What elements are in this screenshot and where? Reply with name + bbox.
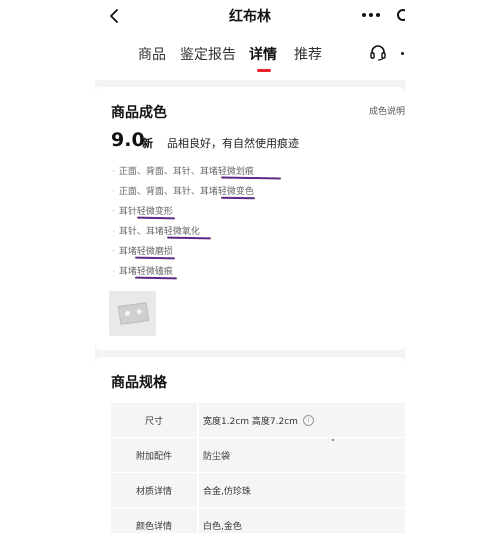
headset-icon[interactable]	[369, 44, 387, 62]
handwritten-underline	[136, 216, 176, 220]
tab-appraisal-report[interactable]: 鉴定报告	[180, 44, 236, 64]
tab-recommend[interactable]: 推荐	[294, 44, 322, 64]
spec-value: 防尘袋	[199, 438, 405, 472]
spec-row: 尺寸 宽度1.2cm 高度7.2cm i	[111, 403, 405, 437]
flaw-item: · 耳堵轻微磕痕	[112, 267, 173, 277]
handwritten-underline	[166, 236, 212, 240]
info-icon[interactable]: i	[302, 414, 314, 426]
details-content: 商品成色 成色说明 9.0 新 品相良好，有自然使用痕迹 · 正面、背面、耳针、耳…	[95, 80, 405, 533]
handwritten-underline	[134, 276, 178, 280]
earring-image	[117, 302, 150, 325]
condition-info-link[interactable]: 成色说明	[369, 104, 405, 117]
tab-bar: 商品 鉴定报告 详情 推荐	[95, 44, 405, 74]
spec-key: 颜色详情	[111, 508, 197, 533]
condition-description: 品相良好，有自然使用痕迹	[167, 137, 299, 150]
spec-row: 材质详情 合金,仿珍珠	[111, 473, 405, 507]
condition-grade: 9.0	[111, 129, 145, 151]
condition-card: 商品成色 成色说明 9.0 新 品相良好，有自然使用痕迹 · 正面、背面、耳针、耳…	[95, 87, 405, 350]
flaw-item: · 耳针轻微变形	[112, 207, 173, 217]
handwritten-underline	[134, 256, 176, 260]
condition-grade-label: 新	[142, 137, 153, 150]
flaw-item: · 正面、背面、耳针、耳堵轻微变色	[112, 187, 254, 197]
spec-value: 合金,仿珍珠	[199, 473, 405, 507]
spec-card: 商品规格 尺寸 宽度1.2cm 高度7.2cm i 附加配件 防尘袋 材质详情 合…	[95, 357, 405, 533]
close-icon[interactable]	[397, 9, 405, 21]
nav-bar: 红布林	[95, 0, 405, 32]
active-tab-indicator	[257, 69, 271, 72]
spec-key: 附加配件	[111, 438, 197, 472]
more-icon-partial	[401, 52, 404, 55]
spec-key: 尺寸	[111, 403, 197, 437]
more-dots-icon[interactable]	[357, 8, 385, 22]
spec-key: 材质详情	[111, 473, 197, 507]
product-thumbnail[interactable]	[109, 291, 156, 336]
condition-title: 商品成色	[111, 105, 167, 121]
tab-product[interactable]: 商品	[138, 44, 166, 64]
spec-value: 白色,金色	[199, 508, 405, 533]
flaw-item: · 耳堵轻微磨损	[112, 247, 173, 257]
phone-screen: 红布林 商品 鉴定报告 详情 推荐 商品成色 成色说明 9.0 新 品相良好，有…	[95, 0, 405, 533]
spec-table: 尺寸 宽度1.2cm 高度7.2cm i 附加配件 防尘袋 材质详情 合金,仿珍珠…	[111, 403, 405, 533]
flaw-item: · 正面、背面、耳针、耳堵轻微划痕	[112, 167, 254, 177]
spec-row: 附加配件 防尘袋	[111, 438, 405, 472]
handwritten-underline	[220, 196, 256, 200]
spec-title: 商品规格	[111, 375, 167, 391]
spec-value: 宽度1.2cm 高度7.2cm i	[199, 403, 405, 437]
stray-mark	[332, 439, 334, 441]
handwritten-underline	[220, 176, 282, 180]
tab-details[interactable]: 详情	[249, 44, 277, 64]
spec-row: 颜色详情 白色,金色	[111, 508, 405, 533]
flaw-item: · 耳针、耳堵轻微氧化	[112, 227, 200, 237]
